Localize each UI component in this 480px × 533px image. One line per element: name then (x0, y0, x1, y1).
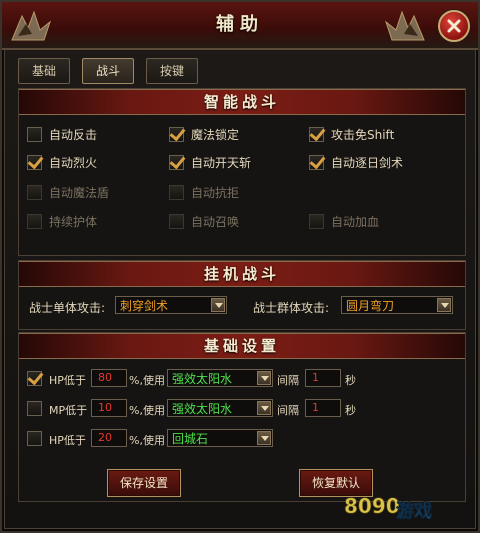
hp-item-value: 强效太阳水 (172, 371, 233, 386)
option-label: 自动逐日剑术 (331, 155, 404, 170)
option-auto-magic-shield: 自动魔法盾 (27, 184, 109, 200)
option-auto-counter[interactable]: 自动反击 (27, 126, 97, 142)
window-title: 辅助 (216, 14, 264, 35)
hp-item-select[interactable]: 强效太阳水 (167, 369, 273, 387)
option-label: 自动加血 (331, 214, 380, 229)
interval-label: 间隔 (277, 404, 299, 417)
checkbox (27, 184, 42, 200)
option-label: 自动烈火 (49, 155, 98, 170)
mp-potion-checkbox[interactable] (27, 401, 42, 416)
mp-item-select[interactable]: 强效太阳水 (167, 399, 273, 417)
tab-combat[interactable]: 战斗 (82, 58, 134, 84)
mp-below-label: MP低于 (49, 404, 88, 417)
option-label: 自动抗拒 (191, 185, 240, 200)
option-auto-blaze[interactable]: 自动烈火 (27, 154, 97, 170)
option-auto-sun-sword[interactable]: 自动逐日剑术 (309, 154, 403, 170)
tab-keys[interactable]: 按键 (146, 58, 198, 84)
option-label: 持续护体 (49, 214, 98, 229)
checkbox[interactable] (169, 154, 184, 170)
chevron-down-icon[interactable] (211, 298, 225, 312)
checkbox[interactable] (309, 126, 324, 142)
mp-item-value: 强效太阳水 (172, 401, 233, 416)
title-bar[interactable]: 辅助 (2, 2, 478, 50)
return-item-select[interactable]: 回城石 (167, 429, 273, 447)
option-label: 攻击免Shift (331, 127, 395, 142)
svg-text:游戏: 游戏 (396, 500, 432, 522)
hp-threshold-input[interactable]: 80 (91, 369, 127, 387)
close-icon (447, 19, 461, 33)
option-label: 自动召唤 (191, 214, 240, 229)
checkbox (27, 213, 42, 229)
assist-window: 辅助 基础 战斗 按键 智能战斗 自动反击 魔法锁定 攻击免Shift 自动烈火… (0, 0, 480, 533)
single-attack-select[interactable]: 刺穿剑术 (115, 296, 227, 314)
interval-label: 间隔 (277, 374, 299, 387)
option-sustain-guard: 持续护体 (27, 213, 97, 229)
option-auto-summon: 自动召唤 (169, 213, 239, 229)
chevron-down-icon[interactable] (257, 401, 271, 415)
site-watermark-logo: 8090 游戏 (344, 494, 433, 523)
tab-basic[interactable]: 基础 (18, 58, 70, 84)
group-attack-label: 战士群体攻击: (253, 301, 330, 315)
basic-settings-header: 基础设置 (19, 333, 465, 359)
checkbox (169, 213, 184, 229)
checkbox (309, 213, 324, 229)
checkbox[interactable] (27, 126, 42, 142)
checkbox[interactable] (27, 154, 42, 170)
group-attack-select[interactable]: 圆月弯刀 (341, 296, 453, 314)
option-label: 自动开天斩 (191, 155, 252, 170)
return-item-value: 回城石 (172, 431, 209, 446)
option-auto-sky-slash[interactable]: 自动开天斩 (169, 154, 251, 170)
hp-below-label: HP低于 (49, 374, 86, 387)
option-label: 自动反击 (49, 127, 98, 142)
seconds-label: 秒 (345, 404, 356, 417)
basic-settings-panel: 基础设置 HP低于 80 %,使用 强效太阳水 间隔 1 秒 MP低于 10 %… (18, 332, 466, 502)
close-button[interactable] (438, 10, 470, 42)
single-attack-value: 刺穿剑术 (120, 298, 169, 313)
group-attack-value: 圆月弯刀 (346, 298, 395, 313)
auto-combat-panel: 挂机战斗 战士单体攻击: 刺穿剑术 战士群体攻击: 圆月弯刀 (18, 260, 466, 330)
smart-combat-header: 智能战斗 (19, 89, 465, 115)
option-label: 魔法锁定 (191, 127, 240, 142)
dragon-ornament-icon (384, 10, 425, 41)
mp-threshold-input[interactable]: 10 (91, 399, 127, 417)
mp-interval-input[interactable]: 1 (305, 399, 341, 417)
pct-use-label: %,使用 (129, 404, 165, 417)
option-auto-repel: 自动抗拒 (169, 184, 239, 200)
option-label: 自动魔法盾 (49, 185, 110, 200)
dragon-ornament-icon (11, 10, 52, 41)
chevron-down-icon[interactable] (437, 298, 451, 312)
checkbox[interactable] (309, 154, 324, 170)
auto-combat-header: 挂机战斗 (19, 261, 465, 287)
smart-combat-panel: 智能战斗 自动反击 魔法锁定 攻击免Shift 自动烈火 自动开天斩 自动逐日剑… (18, 88, 466, 256)
option-auto-heal: 自动加血 (309, 213, 379, 229)
option-magic-lock[interactable]: 魔法锁定 (169, 126, 239, 142)
pct-use-label: %,使用 (129, 434, 165, 447)
checkbox (169, 184, 184, 200)
hp-interval-input[interactable]: 1 (305, 369, 341, 387)
seconds-label: 秒 (345, 374, 356, 387)
chevron-down-icon[interactable] (257, 371, 271, 385)
pct-use-label: %,使用 (129, 374, 165, 387)
return-threshold-input[interactable]: 20 (91, 429, 127, 447)
chevron-down-icon[interactable] (257, 431, 271, 445)
save-settings-button[interactable]: 保存设置 (107, 469, 181, 497)
hp-potion-checkbox[interactable] (27, 371, 42, 386)
svg-text:8090: 8090 (344, 494, 400, 518)
hp-below-label: HP低于 (49, 434, 86, 447)
checkbox[interactable] (169, 126, 184, 142)
option-attack-no-shift[interactable]: 攻击免Shift (309, 126, 394, 142)
return-scroll-checkbox[interactable] (27, 431, 42, 446)
single-attack-label: 战士单体攻击: (29, 301, 106, 315)
